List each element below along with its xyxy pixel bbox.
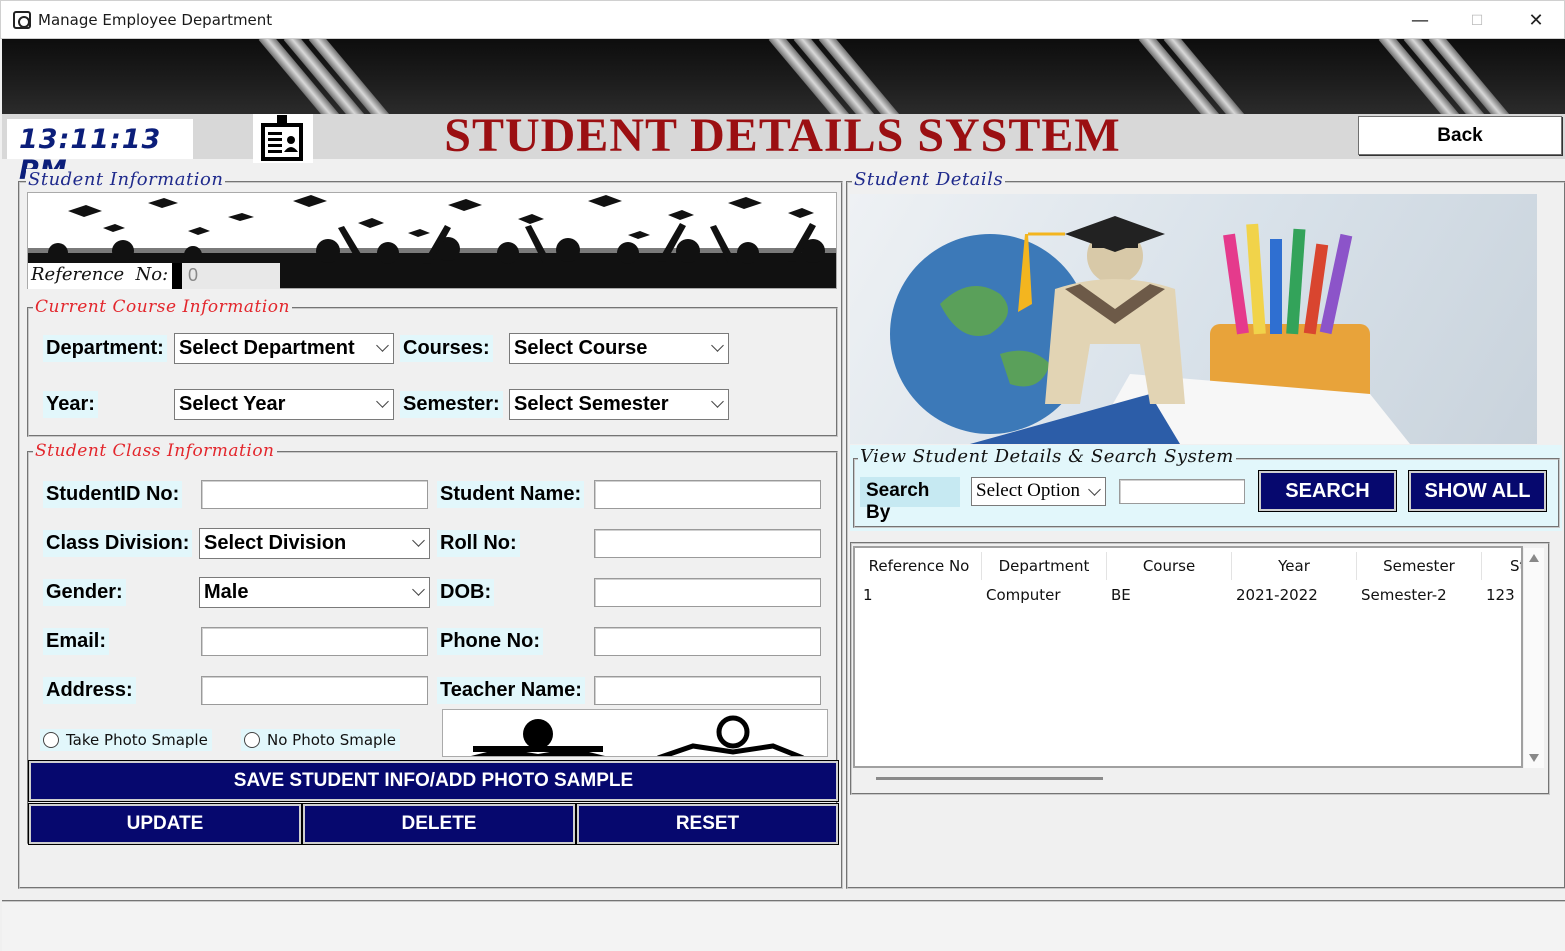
year-label: Year:: [43, 391, 98, 418]
page-title: STUDENT DETAILS SYSTEM: [444, 109, 1121, 162]
dob-input[interactable]: [594, 578, 821, 607]
gender-label: Gender:: [43, 579, 126, 606]
cell-reference-no: 1: [863, 586, 873, 604]
student-class-title: Student Class Information: [33, 441, 277, 461]
reset-button[interactable]: RESET: [576, 803, 839, 845]
roll-no-label: Roll No:: [437, 530, 520, 557]
student-table[interactable]: Reference No Department Course Year Seme…: [853, 546, 1523, 768]
chevron-down-icon: [1088, 483, 1101, 496]
courses-label: Courses:: [400, 335, 493, 362]
column-header-student[interactable]: St: [1482, 552, 1521, 580]
cell-year: 2021-2022: [1236, 586, 1318, 604]
phone-no-input[interactable]: [594, 627, 821, 656]
search-frame-title: View Student Details & Search System: [858, 446, 1236, 467]
update-button[interactable]: UPDATE: [28, 803, 302, 845]
roll-no-input[interactable]: [594, 529, 821, 558]
student-name-input[interactable]: [594, 480, 821, 509]
take-photo-sample-radio[interactable]: Take Photo Smaple: [40, 729, 212, 751]
reference-panel: Reference No: 0: [28, 263, 280, 289]
search-button[interactable]: SEARCH: [1258, 470, 1397, 512]
window-title: Manage Employee Department: [38, 11, 273, 29]
delete-button[interactable]: DELETE: [302, 803, 576, 845]
cell-semester: Semester-2: [1361, 586, 1447, 604]
window-title-bar: Manage Employee Department — ☐ ✕: [0, 0, 1565, 39]
reference-number-field[interactable]: 0: [172, 263, 280, 289]
student-name-label: Student Name:: [437, 481, 585, 508]
app-icon: [13, 11, 31, 29]
address-label: Address:: [43, 677, 136, 704]
class-division-select[interactable]: Select Division: [199, 528, 430, 559]
clock-display: 13:11:13 PM: [7, 119, 193, 186]
year-select[interactable]: Select Year: [174, 389, 394, 420]
address-input[interactable]: [201, 676, 428, 705]
cell-student: 123: [1486, 586, 1515, 604]
email-label: Email:: [43, 628, 110, 655]
vertical-scrollbar[interactable]: [1524, 548, 1544, 768]
student-details-title: Student Details: [852, 169, 1006, 190]
close-button[interactable]: ✕: [1507, 1, 1565, 40]
column-header-course[interactable]: Course: [1107, 552, 1232, 580]
header-banner-image: [2, 39, 1565, 114]
search-by-label: Search By: [860, 477, 960, 523]
minimize-button[interactable]: —: [1391, 1, 1449, 40]
courses-select[interactable]: Select Course: [509, 333, 729, 364]
search-input[interactable]: [1119, 479, 1245, 504]
chevron-down-icon: [376, 339, 389, 352]
no-photo-sample-radio[interactable]: No Photo Smaple: [241, 729, 400, 751]
search-option-select[interactable]: Select Option: [971, 477, 1106, 506]
current-course-title: Current Course Information: [33, 297, 292, 317]
column-header-reference-no[interactable]: Reference No: [857, 552, 982, 580]
dob-label: DOB:: [437, 579, 495, 606]
radio-circle-icon: [244, 732, 260, 748]
scroll-up-icon[interactable]: [1529, 554, 1539, 562]
chevron-down-icon: [376, 395, 389, 408]
column-header-department[interactable]: Department: [982, 552, 1107, 580]
bottom-panel: [2, 900, 1565, 951]
save-student-info-button[interactable]: SAVE STUDENT INFO/ADD PHOTO SAMPLE: [28, 760, 839, 802]
teacher-name-label: Teacher Name:: [437, 677, 585, 704]
gender-select[interactable]: Male: [199, 577, 430, 608]
chevron-down-icon: [412, 534, 425, 547]
phone-no-label: Phone No:: [437, 628, 543, 655]
cell-course: BE: [1111, 586, 1131, 604]
maximize-button[interactable]: ☐: [1448, 1, 1506, 40]
department-label: Department:: [43, 335, 167, 362]
horizontal-scrollbar[interactable]: [876, 777, 1103, 780]
student-id-label: StudentID No:: [43, 481, 183, 508]
student-reading-image: [442, 709, 828, 757]
column-header-year[interactable]: Year: [1232, 552, 1357, 580]
scroll-down-icon[interactable]: [1529, 754, 1539, 762]
semester-select[interactable]: Select Semester: [509, 389, 729, 420]
student-information-title: Student Information: [26, 169, 226, 190]
chevron-down-icon: [711, 339, 724, 352]
radio-circle-icon: [43, 732, 59, 748]
student-id-input[interactable]: [201, 480, 428, 509]
teacher-name-input[interactable]: [594, 676, 821, 705]
column-header-semester[interactable]: Semester: [1357, 552, 1482, 580]
email-input[interactable]: [201, 627, 428, 656]
chevron-down-icon: [711, 395, 724, 408]
semester-label: Semester:: [400, 391, 503, 418]
graduation-pencils-image: [850, 194, 1537, 444]
reference-label: Reference No:: [31, 264, 169, 285]
show-all-button[interactable]: SHOW ALL: [1408, 470, 1547, 512]
class-division-label: Class Division:: [43, 530, 193, 557]
department-select[interactable]: Select Department: [174, 333, 394, 364]
chevron-down-icon: [412, 583, 425, 596]
back-button[interactable]: Back: [1358, 116, 1562, 155]
cell-department: Computer: [986, 586, 1061, 604]
